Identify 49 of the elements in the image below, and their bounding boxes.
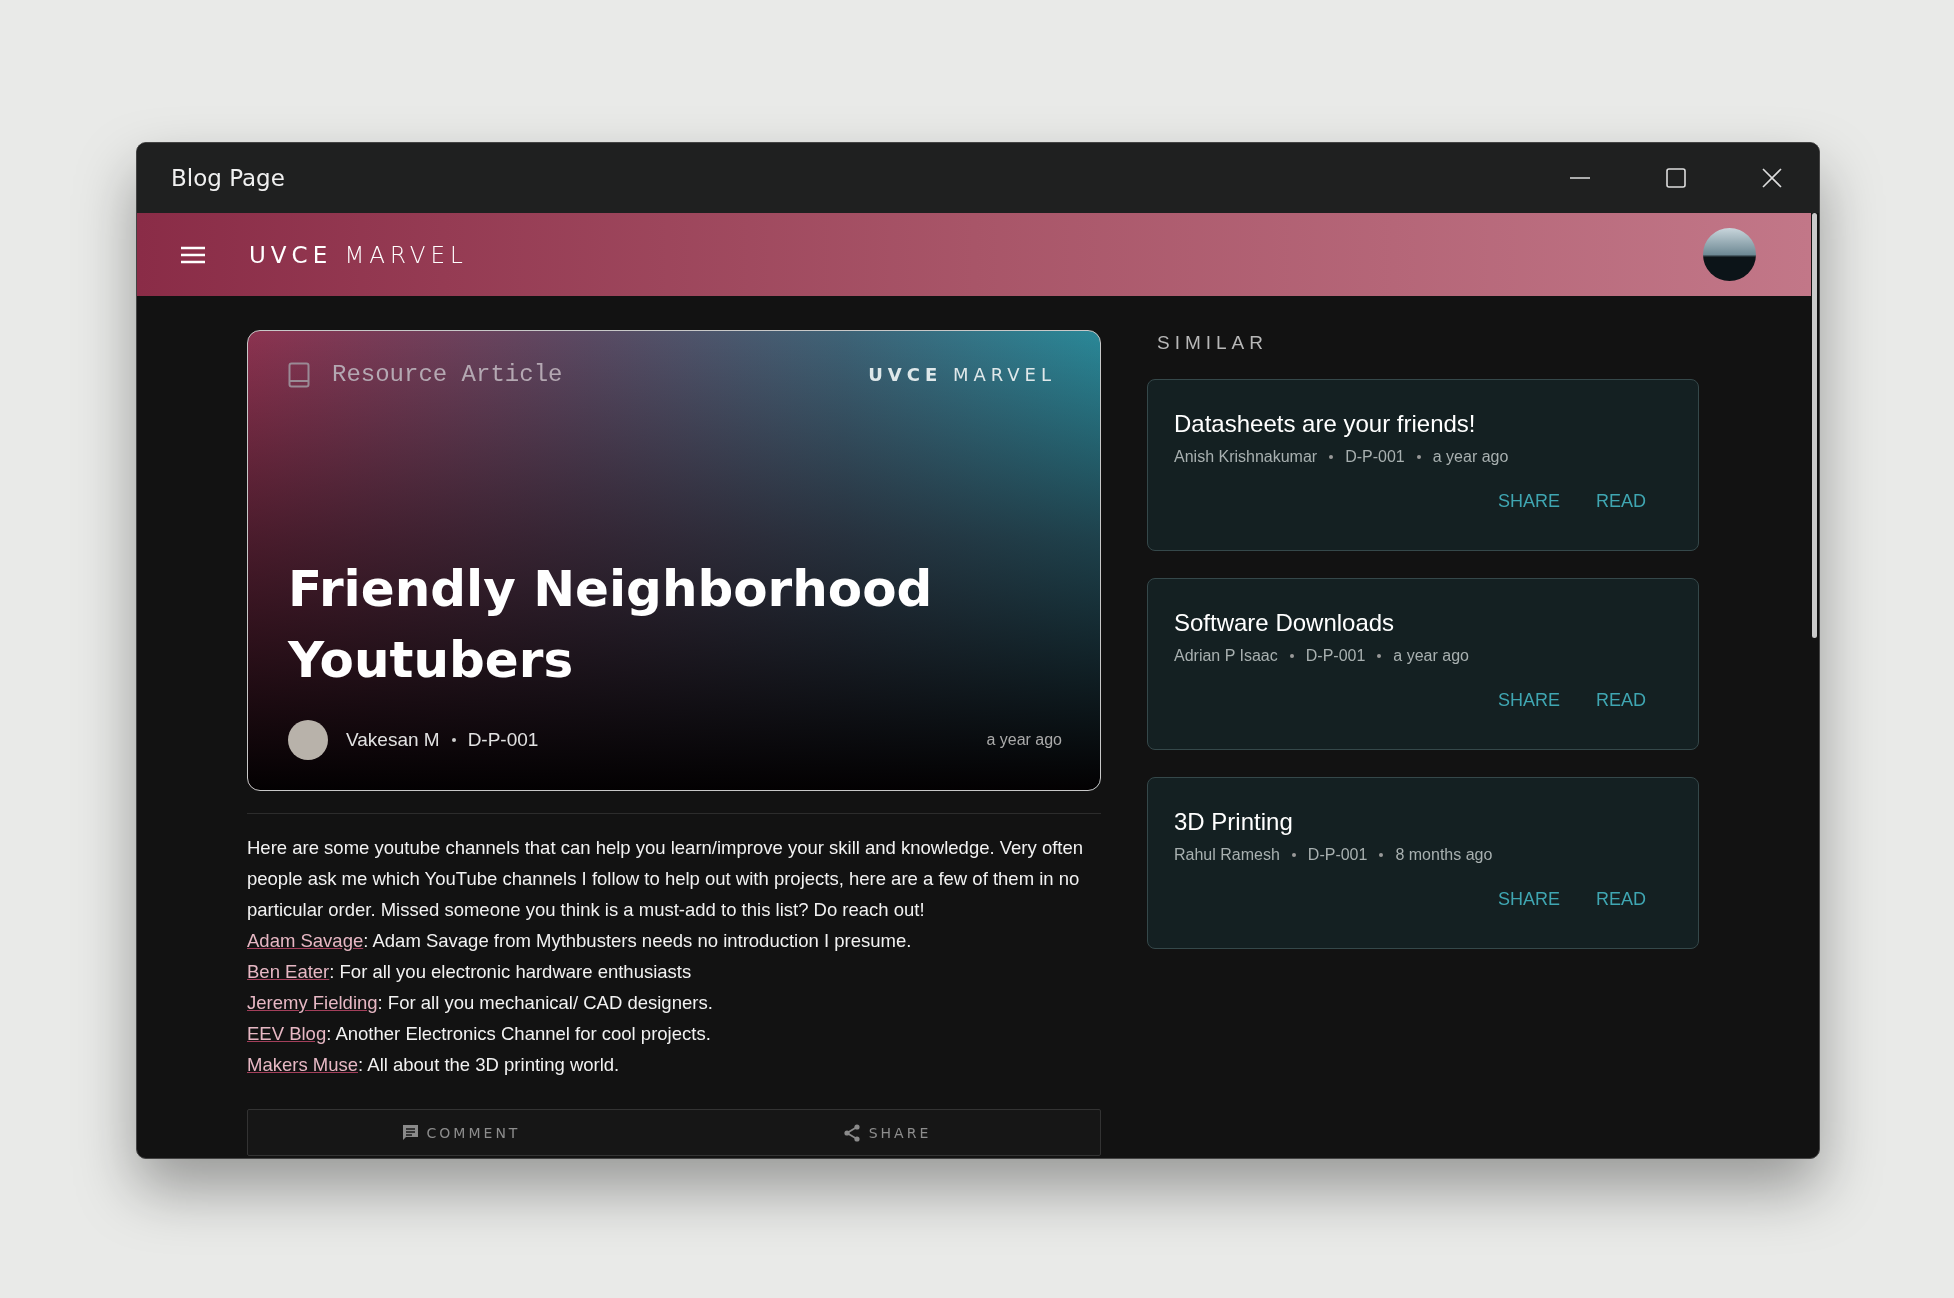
channel-link[interactable]: Adam Savage	[247, 930, 364, 951]
post-code: D-P-001	[1307, 846, 1368, 864]
article-title: Friendly Neighborhood Youtubers	[288, 559, 934, 691]
brand-logo: UVCE MARVEL	[868, 364, 1056, 385]
channel-description: Ben Eater: For all you electronic hardware enthusiasts	[247, 960, 693, 984]
channel-link[interactable]: Makers Muse	[247, 1054, 359, 1075]
read-button[interactable]: READ	[1596, 491, 1646, 512]
post-title: Software Downloads	[1174, 609, 1396, 637]
comment-icon	[401, 1124, 419, 1141]
article-paragraph: Here are some youtube channels that can help you learn/improve your skill and knowledge. Very often people ask me which YouTube channels I follow to help out with projects, here are a few of them in no particular order. Missed someone you think is a must-add to this list? Do reach out!	[247, 836, 1085, 922]
channel-description: Jeremy Fielding: For all you mechanical/ CAD designers.	[247, 991, 714, 1015]
channel-description: EEV Blog: Another Electronics Channel for cool projects.	[247, 1022, 712, 1046]
author-name: Rahul Ramesh	[1174, 846, 1280, 864]
read-button[interactable]: READ	[1596, 690, 1646, 711]
channel-link[interactable]: Jeremy Fielding	[247, 992, 378, 1013]
share-button[interactable]: SHARE	[674, 1110, 1100, 1155]
post-title: Datasheets are your friends!	[1174, 410, 1477, 438]
channel-link[interactable]: Ben Eater	[247, 961, 330, 982]
menu-icon[interactable]	[181, 245, 205, 264]
section-heading: SIMILAR	[1157, 332, 1270, 354]
category-label: Resource Article	[332, 361, 563, 388]
share-button[interactable]: SHARE	[1497, 690, 1560, 711]
post-code: D-P-001	[1345, 448, 1405, 466]
post-time: 8 months ago	[1395, 846, 1493, 864]
channel-description: Adam Savage: Adam Savage from Mythbusters needs no introduction I presume.	[247, 929, 913, 953]
channel-link[interactable]: EEV Blog	[247, 1023, 327, 1044]
read-button[interactable]: READ	[1596, 889, 1646, 910]
share-button[interactable]: SHARE	[1497, 889, 1560, 910]
comment-button[interactable]: COMMENT	[248, 1110, 674, 1155]
channel-description: Makers Muse: All about the 3D printing world.	[247, 1053, 621, 1077]
share-icon	[842, 1123, 861, 1142]
post-code: D-P-001	[467, 729, 539, 751]
post-title: 3D Printing	[1174, 808, 1294, 836]
share-button[interactable]: SHARE	[1497, 491, 1560, 512]
profile-avatar[interactable]	[1703, 228, 1756, 281]
post-time: a year ago	[1432, 448, 1509, 466]
author-avatar	[288, 720, 328, 760]
scrollbar[interactable]	[1812, 213, 1817, 638]
author-name: Anish Krishnakumar	[1174, 448, 1318, 466]
book-icon	[288, 361, 310, 388]
post-time: a year ago	[1393, 647, 1469, 665]
author-name: Adrian P Isaac	[1174, 647, 1278, 665]
author-name: Vakesan M	[346, 729, 440, 751]
window-title: Blog Page	[171, 165, 285, 191]
post-time: a year ago	[986, 731, 1062, 749]
app-logo[interactable]: UVCE MARVEL	[249, 241, 468, 268]
close-icon[interactable]	[1761, 167, 1783, 189]
maximize-icon[interactable]	[1665, 167, 1687, 189]
post-code: D-P-001	[1305, 647, 1366, 665]
